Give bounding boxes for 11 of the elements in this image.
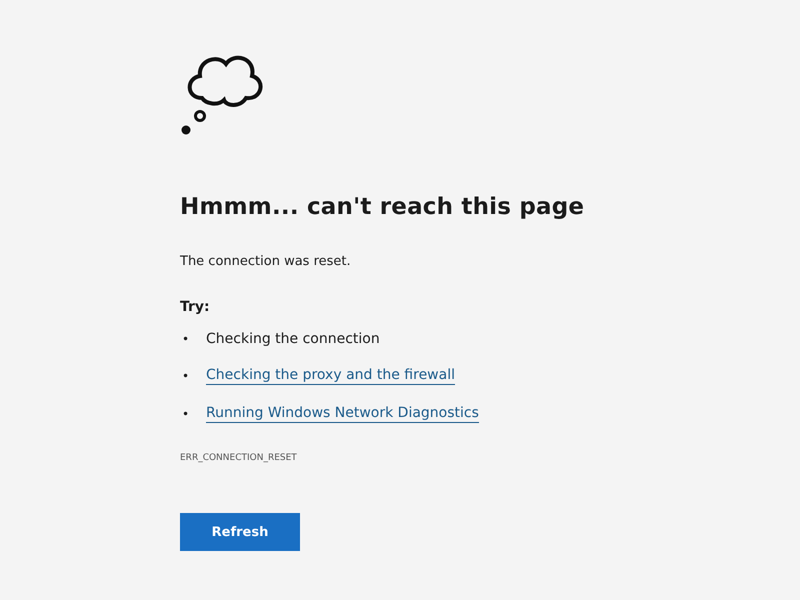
error-message: The connection was reset. [180, 254, 351, 269]
refresh-button[interactable]: Refresh [180, 513, 300, 551]
try-label: Try: [180, 299, 210, 315]
bullet: • [181, 332, 190, 346]
suggestion-link[interactable]: Checking the proxy and the firewall [206, 367, 455, 385]
error-code: ERR_CONNECTION_RESET [180, 453, 297, 463]
error-heading: Hmmm... can't reach this page [180, 194, 584, 220]
bullet: • [181, 369, 190, 383]
bullet: • [181, 407, 190, 421]
suggestion-link[interactable]: Running Windows Network Diagnostics [206, 405, 479, 423]
suggestion-text: Checking the connection [206, 331, 380, 347]
